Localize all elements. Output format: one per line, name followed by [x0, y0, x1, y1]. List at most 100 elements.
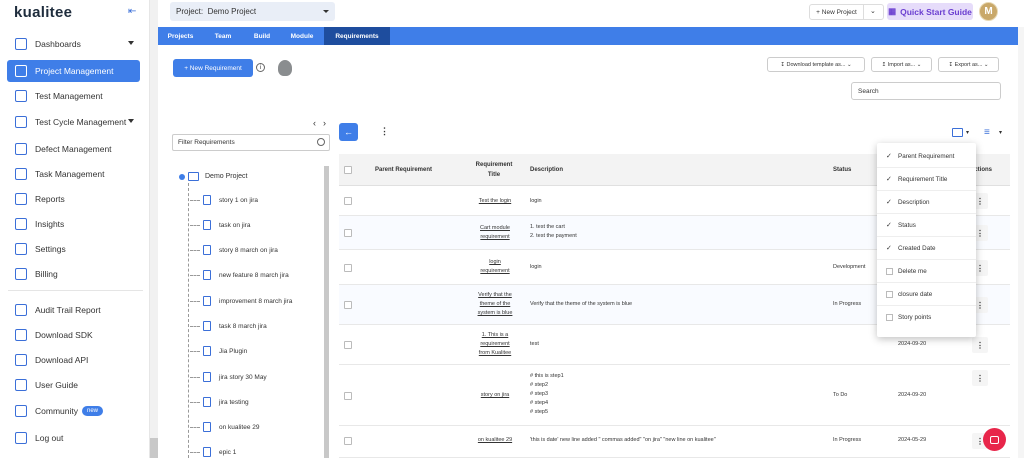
row-actions-button[interactable]: ⋮ — [972, 337, 988, 353]
columns-icon[interactable] — [952, 128, 963, 137]
sidebar-item-download-api[interactable]: Download API — [7, 349, 140, 371]
column-option-parent-requirement[interactable]: ✓ Parent Requirement — [877, 145, 976, 168]
tree-root[interactable]: Demo Project — [179, 172, 247, 181]
search-input[interactable]: Search — [851, 82, 1001, 100]
row-checkbox[interactable] — [344, 197, 352, 205]
sidebar-item-settings[interactable]: Settings — [7, 238, 140, 260]
header-parent[interactable]: Parent Requirement — [375, 167, 432, 173]
column-option-description[interactable]: ✓ Description — [877, 191, 976, 214]
tree-node[interactable]: Jia Plugin — [190, 345, 247, 357]
tree-node[interactable]: new feature 8 march jira — [190, 269, 289, 281]
tree-node[interactable]: jira testing — [190, 396, 249, 408]
column-option-story-points[interactable]: Story points — [877, 306, 976, 329]
sidebar-item-test-cycle-management[interactable]: Test Cycle Management — [7, 111, 140, 133]
tree-node[interactable]: task 8 march jira — [190, 320, 267, 332]
tree-node-label: story 1 on jira — [219, 196, 259, 204]
kualitee-logo[interactable]: kualitee — [14, 4, 72, 21]
chevron-right-icon[interactable]: › — [323, 118, 326, 128]
column-option-status[interactable]: ✓ Status — [877, 214, 976, 237]
header-title[interactable]: Requirement Title — [469, 160, 519, 180]
column-option-closure-date[interactable]: closure date — [877, 283, 976, 306]
row-checkbox[interactable] — [344, 341, 352, 349]
new-project-dropdown[interactable]: ⌄ — [863, 4, 884, 20]
sidebar-item-community[interactable]: Community new — [7, 400, 140, 422]
row-checkbox[interactable] — [344, 301, 352, 309]
row-checkbox[interactable] — [344, 392, 352, 400]
row-checkbox[interactable] — [344, 229, 352, 237]
back-arrow-button[interactable]: ← — [339, 123, 358, 141]
billing-icon — [15, 268, 27, 280]
row-checkbox[interactable] — [344, 264, 352, 272]
tab-module[interactable]: Module — [281, 27, 323, 45]
select-all-checkbox[interactable] — [344, 166, 352, 174]
sidebar-item-label: Project Management — [35, 66, 114, 76]
project-selector[interactable]: Project: Demo Project — [170, 2, 335, 21]
table-row[interactable]: on kualitee 29 'this is date' new line a… — [339, 426, 1010, 458]
arrow-left-icon: ← — [344, 127, 353, 137]
sidebar-item-user-guide[interactable]: User Guide — [7, 374, 140, 396]
info-icon[interactable]: i — [256, 63, 265, 72]
avatar[interactable]: M — [979, 2, 998, 21]
tree-node[interactable]: epic 1 — [190, 446, 236, 458]
column-option-requirement-title[interactable]: ✓ Requirement Title — [877, 168, 976, 191]
new-badge: new — [81, 406, 103, 416]
tree-node[interactable]: improvement 8 march jira — [190, 295, 292, 307]
quick-start-guide-button[interactable]: ▦ Quick Start Guide — [887, 3, 973, 20]
row-checkbox[interactable] — [344, 437, 352, 445]
filter-requirements-input[interactable]: Filter Requirements — [172, 134, 330, 151]
scrollbar-thumb[interactable] — [150, 438, 158, 458]
new-requirement-button[interactable]: + New Requirement — [173, 59, 253, 77]
sidebar-item-project-management[interactable]: Project Management — [7, 60, 140, 82]
requirement-title-link[interactable]: Cart module requirement — [469, 224, 521, 242]
sidebar-item-label: User Guide — [35, 380, 78, 390]
import-button[interactable]: ↥ Import as... ⌄ — [871, 57, 932, 72]
sidebar-divider — [8, 290, 143, 291]
more-options-icon[interactable]: ⋮ — [380, 126, 389, 137]
tree-node[interactable]: task on jira — [190, 219, 250, 231]
tree-node[interactable]: story 8 march on jira — [190, 244, 278, 256]
filter-icon[interactable]: ≡ — [984, 127, 990, 138]
requirement-title-link[interactable]: login requirement — [469, 258, 521, 276]
export-button[interactable]: ↧ Export as... ⌄ — [938, 57, 999, 72]
sidebar-item-download-sdk[interactable]: Download SDK — [7, 324, 140, 346]
column-option-delete-me[interactable]: Delete me — [877, 260, 976, 283]
status-cell: To Do — [833, 392, 848, 398]
sidebar-scrollbar[interactable] — [150, 0, 158, 458]
chevron-down-icon[interactable]: ▾ — [966, 129, 969, 136]
sidebar-item-defect-management[interactable]: Defect Management — [7, 138, 140, 160]
download-template-button[interactable]: ↧ Download template as... ⌄ — [767, 57, 865, 72]
sidebar-item-logout[interactable]: Log out — [7, 427, 140, 449]
header-status[interactable]: Status — [833, 167, 851, 173]
chevron-down-icon[interactable]: ▾ — [999, 129, 1002, 136]
tree-node[interactable]: jira story 30 May — [190, 371, 267, 383]
description-cell: 1. test the cart 2. test the payment — [530, 224, 577, 239]
tree-node[interactable]: story 1 on jira — [190, 194, 258, 206]
header-description[interactable]: Description — [530, 167, 563, 173]
requirement-title-link[interactable]: 1. This is a requirement from Kualitee — [469, 331, 521, 358]
requirement-title-link[interactable]: on kualitee 29 — [469, 436, 521, 445]
tab-projects[interactable]: Projects — [158, 27, 203, 45]
sidebar-item-test-management[interactable]: Test Management — [7, 85, 140, 107]
requirement-title-link[interactable]: Verify that the theme of the system is blu… — [469, 291, 521, 318]
requirement-title-link[interactable]: story on jira — [469, 391, 521, 400]
chat-support-button[interactable] — [983, 428, 1006, 451]
column-option-created-date[interactable]: ✓ Created Date — [877, 237, 976, 260]
collapse-sidebar-icon[interactable]: ⇤ — [128, 6, 136, 17]
sidebar-item-audit-trail[interactable]: Audit Trail Report — [7, 299, 140, 321]
sidebar-item-dashboards[interactable]: Dashboards — [7, 33, 140, 55]
tab-team[interactable]: Team — [203, 27, 243, 45]
tree-scrollbar[interactable] — [324, 166, 329, 458]
sidebar-item-reports[interactable]: Reports — [7, 188, 140, 210]
row-actions-button[interactable]: ⋮ — [972, 370, 988, 386]
table-row[interactable]: story on jira # this is step1 # step2 # st… — [339, 365, 1010, 426]
sidebar-item-insights[interactable]: Insights — [7, 213, 140, 235]
sidebar-item-billing[interactable]: Billing — [7, 263, 140, 285]
sidebar-item-task-management[interactable]: Task Management — [7, 163, 140, 185]
tab-requirements[interactable]: Requirements — [324, 27, 390, 45]
page-scrollbar[interactable] — [1018, 27, 1024, 458]
download-template-label: Download template as... — [786, 61, 846, 68]
chevron-left-icon[interactable]: ‹ — [313, 118, 316, 128]
tree-node[interactable]: on kualitee 29 — [190, 421, 259, 433]
tab-build[interactable]: Build — [243, 27, 281, 45]
requirement-title-link[interactable]: Test the login — [469, 197, 521, 206]
